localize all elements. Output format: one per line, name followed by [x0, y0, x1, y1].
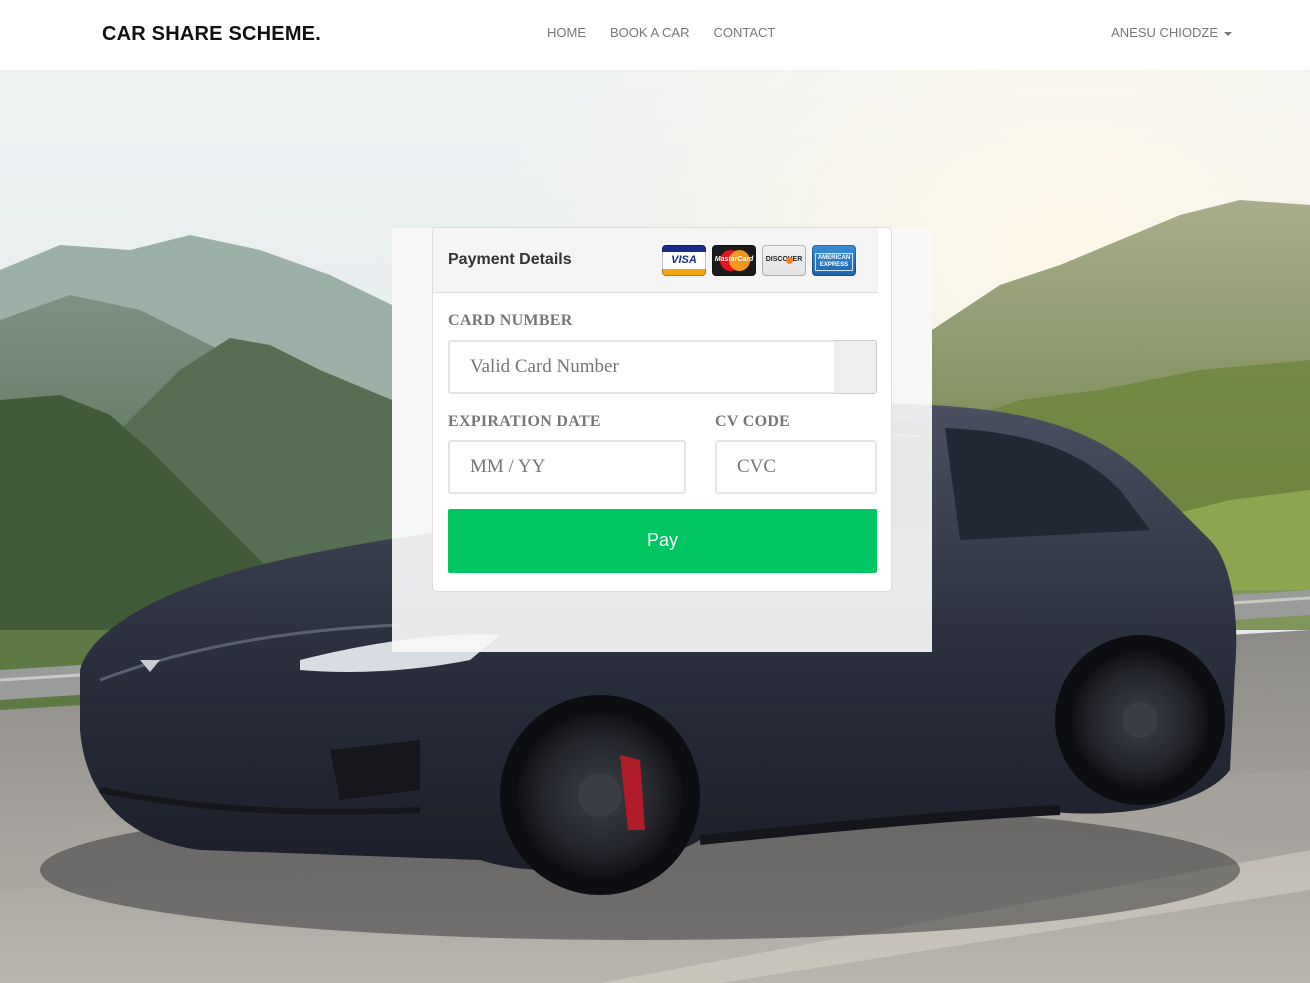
user-menu-dropdown[interactable]: ANESU CHIODZE — [1111, 25, 1232, 40]
pay-button[interactable]: Pay — [448, 509, 877, 573]
card-number-input[interactable] — [448, 340, 836, 394]
mastercard-icon: MasterCard — [712, 245, 756, 276]
payment-card-header: Payment Details VISA MasterCard DISCOVER… — [433, 228, 878, 293]
cv-code-label: CV CODE — [715, 413, 791, 430]
discover-icon: DISCOVER — [762, 245, 806, 276]
main-nav: HOME BOOK A CAR CONTACT — [535, 25, 787, 40]
card-type-addon — [834, 340, 877, 394]
top-navbar: CAR SHARE SCHEME. HOME BOOK A CAR CONTAC… — [0, 0, 1310, 70]
payment-card: Payment Details VISA MasterCard DISCOVER… — [432, 227, 892, 592]
card-number-label: CARD NUMBER — [448, 312, 573, 329]
mastercard-icon-text: MasterCard — [714, 256, 754, 263]
user-name: ANESU CHIODZE — [1111, 25, 1218, 40]
nav-book-a-car-link[interactable]: BOOK A CAR — [598, 25, 701, 40]
nav-home-link[interactable]: HOME — [535, 25, 598, 40]
payment-title: Payment Details — [448, 251, 572, 268]
brand-logo[interactable]: CAR SHARE SCHEME. — [102, 23, 321, 46]
nav-contact-link[interactable]: CONTACT — [701, 25, 787, 40]
amex-icon-text: AMERICAN EXPRESS — [815, 253, 853, 271]
amex-icon: AMERICAN EXPRESS — [812, 245, 856, 276]
visa-icon-text: VISA — [671, 254, 697, 266]
visa-icon: VISA — [662, 245, 706, 276]
expiration-date-label: EXPIRATION DATE — [448, 413, 601, 430]
accepted-cards: VISA MasterCard DISCOVER AMERICAN EXPRES… — [662, 245, 856, 276]
expiration-date-input[interactable] — [448, 440, 686, 494]
discover-icon-text: DISCOVER — [765, 256, 803, 263]
caret-down-icon — [1224, 31, 1232, 36]
cvc-input[interactable] — [715, 440, 877, 494]
